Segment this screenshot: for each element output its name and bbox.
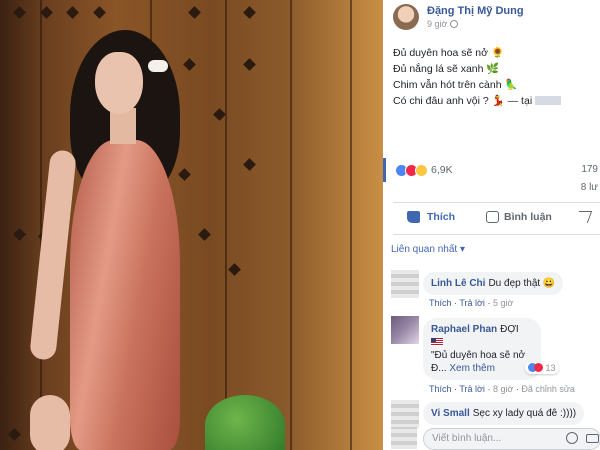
tagged-location-blurred[interactable] [535, 96, 562, 105]
share-icon[interactable] [574, 211, 593, 223]
comment-bubble: Vi Small Sẹc xy lady quá đê :)))) [423, 402, 585, 425]
post-photo[interactable] [0, 0, 383, 450]
caption-line-text: Có chi đâu anh vội ? 💃 — tại [393, 95, 533, 107]
commenter-avatar[interactable] [391, 400, 419, 428]
photo-viewer: Đặng Thị Mỹ Dung 9 giờ Đủ duyên hoa sẽ n… [0, 0, 600, 450]
divider [393, 202, 600, 203]
caption-line: Đủ nắng lá sẽ xanh 🌿 [393, 63, 500, 75]
comment-reactions[interactable]: 13 [525, 362, 559, 374]
post-time[interactable]: 9 giờ [427, 19, 459, 29]
comment-text: Sẹc xy lady quá đê :)))) [472, 408, 577, 419]
reaction-count[interactable]: 6,9K [431, 164, 453, 176]
post-caption: Đủ duyên hoa sẽ nở 🌻 Đủ nắng lá sẽ xanh … [393, 45, 593, 109]
commenter-avatar[interactable] [391, 270, 419, 298]
post-header: Đặng Thị Mỹ Dung 9 giờ [383, 0, 600, 36]
comment-edited-label: Đã chỉnh sửa [521, 384, 575, 394]
caption-line: Chim vẫn hót trên cành 🦜 [393, 79, 518, 91]
like-button[interactable]: Thích [427, 211, 455, 223]
comment-actions: Thích · Trả lời · 5 giờ [429, 298, 514, 308]
comment-like-link[interactable]: Thích [429, 298, 452, 308]
comment-reaction-count: 13 [545, 363, 556, 373]
post-time-text[interactable]: 9 giờ [427, 19, 447, 29]
comment-text: Du đẹp thật 😀 [488, 278, 556, 289]
us-flag-icon [431, 338, 443, 346]
current-user-avatar [391, 427, 417, 449]
commenter-badge: ĐỢI [500, 324, 519, 335]
thumbs-up-icon [407, 211, 420, 223]
comment-text: "Đủ duyên hoa sẽ nở [431, 350, 526, 361]
comment-text: Đ... [431, 363, 447, 374]
comment-composer: Viết bình luận... [383, 425, 600, 450]
comment-button[interactable]: Bình luận [504, 211, 552, 223]
commenter-name[interactable]: Vi Small [431, 408, 470, 419]
author-name[interactable]: Đặng Thị Mỹ Dung [427, 5, 524, 17]
comment-time[interactable]: 8 giờ [493, 384, 513, 394]
comment-bubble: Linh Lê Chi Du đẹp thật 😀 [423, 272, 564, 295]
comment-actions: Thích · Trả lời · 8 giờ · Đã chỉnh sửa [429, 384, 575, 394]
author-avatar[interactable] [393, 4, 419, 30]
divider [393, 234, 600, 235]
camera-icon[interactable] [586, 434, 599, 443]
comment-like-link[interactable]: Thích [429, 384, 452, 394]
haha-reaction-icon [415, 164, 428, 177]
comment-time[interactable]: 5 giờ [493, 298, 513, 308]
commenter-name[interactable]: Linh Lê Chi [431, 278, 485, 289]
caption-line: Có chi đâu anh vội ? 💃 — tại [393, 93, 593, 109]
see-more-link[interactable]: Xem thêm [449, 363, 495, 374]
emoji-icon[interactable] [566, 432, 578, 444]
love-reaction-icon [534, 363, 543, 372]
comment-reply-link[interactable]: Trả lời [459, 298, 485, 308]
comment-filter-dropdown[interactable]: Liên quan nhất ▾ [391, 244, 465, 255]
caption-line: Đủ duyên hoa sẽ nở 🌻 [393, 47, 505, 59]
globe-icon [450, 20, 459, 28]
post-actions: Thích Bình luận [383, 206, 600, 230]
comment-bubble: Raphael Phan ĐỢI "Đủ duyên hoa sẽ nở Đ...… [423, 318, 541, 380]
commenter-avatar[interactable] [391, 316, 419, 344]
post-panel: Đặng Thị Mỹ Dung 9 giờ Đủ duyên hoa sẽ n… [383, 0, 600, 450]
reaction-summary[interactable]: 6,9K 179 [383, 160, 600, 180]
comment-count[interactable]: 179 [581, 164, 598, 175]
share-count[interactable]: 8 lư [581, 182, 598, 193]
comment-reply-link[interactable]: Trả lời [459, 384, 485, 394]
commenter-name[interactable]: Raphael Phan [431, 324, 497, 335]
comment-icon [486, 211, 499, 223]
